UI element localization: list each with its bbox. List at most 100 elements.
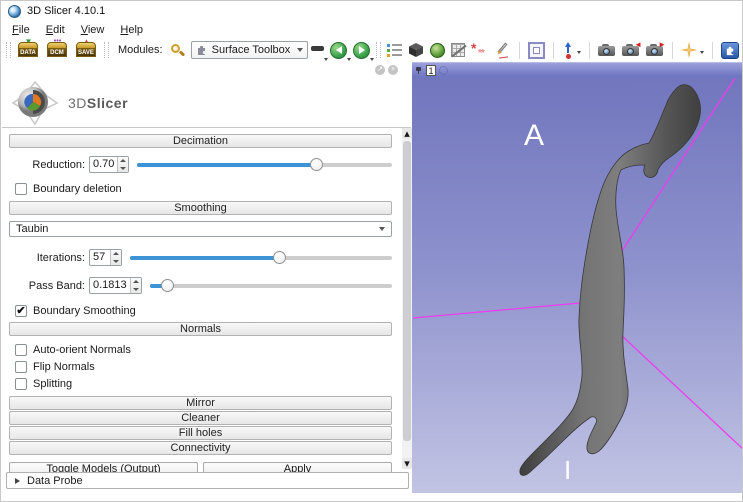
- chevron-down-icon: [379, 227, 385, 231]
- auto-orient-normals-checkbox[interactable]: [15, 344, 27, 356]
- chevron-down-icon: [577, 51, 581, 54]
- iterations-slider[interactable]: [130, 251, 392, 265]
- reduction-spinbox[interactable]: 0.70: [89, 156, 129, 173]
- module-history-button[interactable]: [311, 39, 324, 61]
- surface-toolbox-panel: Decimation Reduction: 0.70 Boundary dele…: [1, 128, 403, 477]
- iterations-value: 57: [90, 250, 110, 265]
- flip-normals-checkbox[interactable]: [15, 361, 27, 373]
- spin-up-icon: [113, 252, 119, 255]
- boundary-smoothing-checkbox[interactable]: ✔: [15, 305, 27, 317]
- menu-edit[interactable]: Edit: [38, 22, 73, 38]
- module-list-button[interactable]: [387, 39, 402, 61]
- forward-button[interactable]: [353, 39, 370, 61]
- fiducial-stars-icon: ***: [471, 42, 489, 58]
- app-window: 3D Slicer 4.10.1 File Edit View Help ▼ D…: [0, 0, 743, 502]
- dicom-icon: ••• DCM: [46, 40, 69, 61]
- flip-normals-label: Flip Normals: [33, 361, 95, 373]
- section-fill-holes[interactable]: Fill holes: [9, 426, 392, 440]
- view-id-badge[interactable]: 1: [426, 65, 436, 76]
- module-search-button[interactable]: [170, 39, 188, 61]
- menu-help[interactable]: Help: [112, 22, 151, 38]
- passband-spinbox[interactable]: 0.1813: [89, 277, 142, 294]
- section-normals[interactable]: Normals: [9, 322, 392, 336]
- scrollbar-thumb[interactable]: [403, 141, 411, 441]
- scroll-down-button[interactable]: ▾: [402, 458, 412, 469]
- slicer-logo: 3DSlicer: [1, 79, 412, 127]
- threed-scene: [412, 77, 743, 493]
- toolbar-grip[interactable]: [6, 42, 11, 58]
- module-selector-value: Surface Toolbox: [212, 44, 293, 56]
- splitting-checkbox[interactable]: [15, 378, 27, 390]
- dock-float-button[interactable]: ↗: [375, 65, 385, 75]
- toolbar-grip[interactable]: [104, 42, 109, 58]
- reduction-slider[interactable]: [137, 158, 392, 172]
- toolbar-separator: [712, 42, 713, 59]
- slicer-logo-text: 3DSlicer: [68, 95, 128, 111]
- menu-view[interactable]: View: [73, 22, 113, 38]
- splitting-label: Splitting: [33, 378, 72, 390]
- data-probe-panel[interactable]: Data Probe: [6, 472, 409, 489]
- annotation-button[interactable]: [495, 39, 511, 61]
- measurement-button[interactable]: [451, 39, 465, 61]
- vessel-model[interactable]: [520, 85, 701, 476]
- spin-down-icon: [120, 167, 126, 170]
- data-probe-label: Data Probe: [27, 475, 83, 487]
- slicer-logo-icon: [9, 80, 61, 126]
- models-button[interactable]: [430, 39, 445, 61]
- extensions-manager-button[interactable]: [721, 39, 739, 61]
- back-icon: [330, 42, 347, 59]
- pencil-icon: [495, 42, 511, 58]
- pin-icon[interactable]: [415, 66, 423, 74]
- section-smoothing[interactable]: Smoothing: [9, 201, 392, 215]
- save-button[interactable]: ▲ SAVE: [75, 39, 98, 61]
- spin-buttons[interactable]: [130, 278, 141, 293]
- volume-cube-button[interactable]: [408, 39, 424, 61]
- blue-puzzle-icon: [721, 42, 739, 59]
- section-cleaner[interactable]: Cleaner: [9, 411, 392, 425]
- view-controls-icon[interactable]: [439, 66, 448, 75]
- dark-cube-icon: [408, 42, 424, 58]
- scene-view-save-button[interactable]: ◄: [622, 39, 640, 61]
- panel-scrollbar[interactable]: ▴ ▾: [402, 128, 412, 469]
- section-mirror[interactable]: Mirror: [9, 396, 392, 410]
- smoothing-method-select[interactable]: Taubin: [9, 221, 392, 237]
- main-toolbar: ▼ DATA ••• DCM ▲ SAVE Modules: Surface T: [1, 38, 742, 62]
- section-connectivity[interactable]: Connectivity: [9, 441, 392, 455]
- camera-save-icon: ◄: [622, 43, 640, 58]
- boundary-smoothing-label: Boundary Smoothing: [33, 305, 136, 317]
- toolbar-grip[interactable]: [376, 42, 381, 58]
- scroll-up-button[interactable]: ▴: [402, 128, 412, 139]
- save-icon: ▲ SAVE: [75, 40, 98, 61]
- back-button[interactable]: [330, 39, 347, 61]
- load-data-icon: ▼ DATA: [17, 40, 40, 61]
- scene-capture-button[interactable]: [598, 39, 616, 61]
- toolbar-separator: [672, 42, 673, 59]
- spin-buttons[interactable]: [110, 250, 121, 265]
- load-data-button[interactable]: ▼ DATA: [17, 39, 40, 61]
- fiducials-button[interactable]: ***: [471, 39, 489, 61]
- crosshair-button[interactable]: [562, 39, 574, 61]
- boundary-deletion-checkbox[interactable]: [15, 183, 27, 195]
- dock-close-button[interactable]: ×: [388, 65, 398, 75]
- forward-icon: [353, 42, 370, 59]
- dicom-button[interactable]: ••• DCM: [46, 39, 69, 61]
- orientation-marker-inferior: I: [564, 455, 571, 486]
- sparkle-button[interactable]: [681, 39, 697, 61]
- module-selector[interactable]: Surface Toolbox: [191, 41, 308, 59]
- chevron-down-icon: [347, 58, 351, 61]
- passband-slider[interactable]: [150, 279, 392, 293]
- search-icon: [170, 43, 185, 58]
- scene-view-restore-button[interactable]: ►: [646, 39, 664, 61]
- spin-down-icon: [133, 288, 139, 291]
- spin-buttons[interactable]: [117, 157, 128, 172]
- spin-up-icon: [133, 280, 139, 283]
- history-icon: [311, 46, 324, 51]
- section-decimation[interactable]: Decimation: [9, 134, 392, 148]
- reduction-label: Reduction:: [21, 159, 85, 171]
- threed-canvas[interactable]: A I: [412, 77, 743, 493]
- iterations-spinbox[interactable]: 57: [89, 249, 122, 266]
- menu-file[interactable]: File: [4, 22, 38, 38]
- passband-value: 0.1813: [90, 278, 130, 293]
- screenshot-button[interactable]: [528, 39, 545, 61]
- crosshair-line-left: [413, 303, 580, 318]
